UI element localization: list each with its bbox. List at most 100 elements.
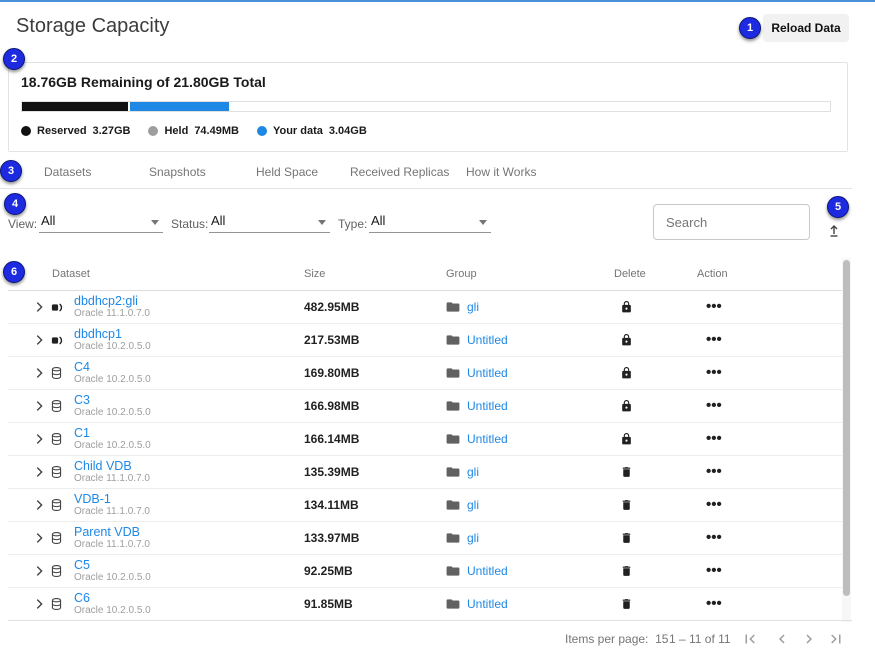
expand-row-button[interactable] xyxy=(28,300,50,314)
dataset-name-link[interactable]: VDB-1 xyxy=(74,492,304,506)
dataset-name-cell: VDB-1 Oracle 11.1.0.7.0 xyxy=(74,492,304,518)
dataset-name-link[interactable]: dbdhcp2:gli xyxy=(74,294,304,308)
dataset-name-link[interactable]: C4 xyxy=(74,360,304,374)
status-filter-label: Status: xyxy=(171,217,208,231)
legend-item-reserved: Reserved 3.27GB xyxy=(21,125,130,137)
dataset-version: Oracle 10.2.0.5.0 xyxy=(74,341,304,353)
expand-row-button[interactable] xyxy=(28,399,50,413)
expand-row-button[interactable] xyxy=(28,465,50,479)
dataset-group-cell: gli xyxy=(446,465,614,479)
dataset-size: 135.39MB xyxy=(304,465,446,479)
delete-cell[interactable] xyxy=(614,531,706,545)
export-button[interactable] xyxy=(826,221,848,241)
row-actions-button[interactable]: ••• xyxy=(706,533,843,543)
delete-cell[interactable] xyxy=(614,498,706,512)
dataset-name-cell: Parent VDB Oracle 11.1.0.7.0 xyxy=(74,525,304,551)
dataset-name-link[interactable]: C5 xyxy=(74,558,304,572)
dataset-type-cell xyxy=(50,333,74,348)
delete-cell[interactable] xyxy=(614,465,706,479)
delete-cell[interactable] xyxy=(614,366,706,380)
group-link[interactable]: gli xyxy=(467,531,479,545)
trash-icon xyxy=(620,465,633,479)
group-link[interactable]: gli xyxy=(467,498,479,512)
dataset-name-link[interactable]: C1 xyxy=(74,426,304,440)
column-header-group: Group xyxy=(446,268,614,280)
group-link[interactable]: gli xyxy=(467,300,479,314)
lock-icon xyxy=(620,300,633,314)
expand-row-button[interactable] xyxy=(28,597,50,611)
items-per-page-value[interactable]: 15 xyxy=(655,632,668,646)
dataset-name-link[interactable]: dbdhcp1 xyxy=(74,327,304,341)
row-actions-button[interactable]: ••• xyxy=(706,467,843,477)
type-filter-select[interactable]: All xyxy=(369,211,491,233)
row-actions-button[interactable]: ••• xyxy=(706,335,843,345)
folder-icon xyxy=(446,598,460,610)
next-page-button[interactable] xyxy=(800,629,820,649)
dataset-name-link[interactable]: C6 xyxy=(74,591,304,605)
chevron-right-icon xyxy=(32,465,46,479)
tab-datasets[interactable]: Datasets xyxy=(44,165,91,179)
delete-cell[interactable] xyxy=(614,564,706,578)
delete-cell[interactable] xyxy=(614,300,706,314)
tab-received-replicas[interactable]: Received Replicas xyxy=(350,165,449,179)
delete-cell[interactable] xyxy=(614,399,706,413)
dataset-name-cell: C4 Oracle 10.2.0.5.0 xyxy=(74,360,304,386)
delete-cell[interactable] xyxy=(614,597,706,611)
group-link[interactable]: Untitled xyxy=(467,432,508,446)
vertical-scrollbar-thumb[interactable] xyxy=(843,260,850,596)
tab-how-it-works[interactable]: How it Works xyxy=(466,165,536,179)
expand-row-button[interactable] xyxy=(28,366,50,380)
tab-snapshots[interactable]: Snapshots xyxy=(149,165,206,179)
row-actions-button[interactable]: ••• xyxy=(706,500,843,510)
folder-icon xyxy=(446,499,460,511)
dataset-size: 92.25MB xyxy=(304,564,446,578)
callout-5: 5 xyxy=(827,196,849,218)
page-title: Storage Capacity xyxy=(16,15,169,38)
reload-data-button[interactable]: Reload Data xyxy=(763,14,849,42)
table-body: dbdhcp2:gli Oracle 11.1.0.7.0 482.95MB g… xyxy=(8,291,843,621)
group-link[interactable]: gli xyxy=(467,465,479,479)
filter-bar: View: All Status: All Type: All xyxy=(0,195,875,255)
tab-bar: Datasets Snapshots Held Space Received R… xyxy=(0,158,852,189)
dataset-name-link[interactable]: Child VDB xyxy=(74,459,304,473)
group-link[interactable]: Untitled xyxy=(467,333,508,347)
column-header-action: Action xyxy=(697,268,843,280)
dataset-name-link[interactable]: C3 xyxy=(74,393,304,407)
expand-row-button[interactable] xyxy=(28,432,50,446)
items-per-page-label: Items per page: xyxy=(565,632,652,646)
view-filter-select[interactable]: All xyxy=(39,211,163,233)
expand-row-button[interactable] xyxy=(28,564,50,578)
dataset-group-cell: Untitled xyxy=(446,564,614,578)
status-filter-select[interactable]: All xyxy=(209,211,330,233)
expand-row-button[interactable] xyxy=(28,333,50,347)
row-actions-button[interactable]: ••• xyxy=(706,401,843,411)
delete-cell[interactable] xyxy=(614,432,706,446)
group-link[interactable]: Untitled xyxy=(467,564,508,578)
row-actions-button[interactable]: ••• xyxy=(706,566,843,576)
previous-page-button[interactable] xyxy=(773,629,793,649)
capacity-summary: 18.76GB Remaining of 21.80GB Total xyxy=(21,74,266,90)
tab-held-space[interactable]: Held Space xyxy=(256,165,318,179)
table-footer: Items per page: 15 1 – 11 of 11 xyxy=(8,620,852,656)
legend-value: 74.49MB xyxy=(194,125,239,137)
first-page-button[interactable] xyxy=(741,629,761,649)
dataset-version: Oracle 11.1.0.7.0 xyxy=(74,506,304,518)
database-icon xyxy=(50,465,63,479)
group-link[interactable]: Untitled xyxy=(467,366,508,380)
legend-item-held: Held 74.49MB xyxy=(148,125,238,137)
group-link[interactable]: Untitled xyxy=(467,399,508,413)
dataset-name-link[interactable]: Parent VDB xyxy=(74,525,304,539)
row-actions-button[interactable]: ••• xyxy=(706,368,843,378)
expand-row-button[interactable] xyxy=(28,498,50,512)
delete-cell[interactable] xyxy=(614,333,706,347)
row-actions-button[interactable]: ••• xyxy=(706,302,843,312)
expand-row-button[interactable] xyxy=(28,531,50,545)
row-actions-button[interactable]: ••• xyxy=(706,599,843,609)
dataset-version: Oracle 11.1.0.7.0 xyxy=(74,539,304,551)
last-page-button[interactable] xyxy=(827,629,847,649)
dataset-group-cell: gli xyxy=(446,498,614,512)
search-input[interactable] xyxy=(653,204,810,240)
row-actions-button[interactable]: ••• xyxy=(706,434,843,444)
group-link[interactable]: Untitled xyxy=(467,597,508,611)
trash-icon xyxy=(620,597,633,611)
